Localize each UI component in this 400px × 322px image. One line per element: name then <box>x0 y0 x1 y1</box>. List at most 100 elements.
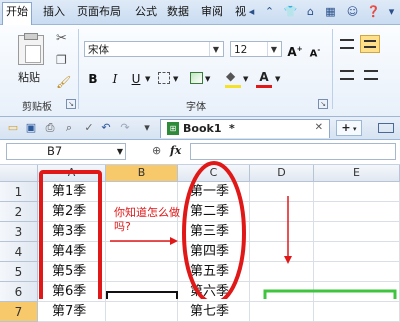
chevron-down-icon[interactable]: ▼ <box>275 75 280 83</box>
highlight-color-icon[interactable]: ◆ <box>226 69 235 83</box>
window-menu-icon[interactable] <box>378 123 394 133</box>
cell-a7[interactable]: 第7季 <box>38 302 106 322</box>
cell-d3[interactable] <box>250 222 314 242</box>
row-header-1[interactable]: 1 <box>0 182 38 202</box>
cell-c2[interactable]: 第二季 <box>178 202 250 222</box>
spellcheck-icon[interactable]: ✓ <box>82 121 96 135</box>
fill-effects-icon[interactable] <box>190 72 203 84</box>
cell-d7[interactable] <box>250 302 314 322</box>
chevron-down-icon[interactable]: ▼ <box>205 75 210 83</box>
row-header-4[interactable]: 4 <box>0 242 38 262</box>
name-box[interactable]: B7 ▼ <box>6 143 126 160</box>
chevron-down-icon[interactable]: ▼ <box>145 75 150 83</box>
chevron-down-icon[interactable]: ▼ <box>209 42 222 56</box>
cell-b1[interactable] <box>106 182 178 202</box>
cell-d5[interactable] <box>250 262 314 282</box>
formula-input[interactable] <box>190 143 396 160</box>
copy-icon[interactable]: ❐ <box>56 53 67 67</box>
paste-icon[interactable] <box>18 33 44 65</box>
save-icon[interactable]: ▣ <box>24 121 38 135</box>
cell-a3[interactable]: 第3季 <box>38 222 106 242</box>
redo-icon[interactable]: ↷ <box>118 121 132 135</box>
row-header-7[interactable]: 7 <box>0 302 38 322</box>
shirt-icon[interactable]: 👕 <box>283 4 298 19</box>
font-name-combo[interactable]: 宋体 ▼ <box>84 41 224 57</box>
cell-b5[interactable] <box>106 262 178 282</box>
cell-d2[interactable] <box>250 202 314 222</box>
chevron-down-icon[interactable]: ▼ <box>243 75 248 83</box>
row-header-5[interactable]: 5 <box>0 262 38 282</box>
collapse-ribbon-icon[interactable]: ⌃ <box>262 4 277 19</box>
align-left-icon[interactable] <box>340 70 354 80</box>
font-expander-icon[interactable]: ↘ <box>318 99 328 109</box>
column-header-c[interactable]: C <box>178 165 250 182</box>
document-tab[interactable]: ⊞ Book1 * ✕ <box>160 119 330 138</box>
column-header-a[interactable]: A <box>38 165 106 182</box>
print-preview-icon[interactable]: ⌕ <box>62 121 76 135</box>
cell-d1[interactable] <box>250 182 314 202</box>
customize-toolbar-icon[interactable]: ▾ <box>140 121 154 135</box>
cell-c5[interactable]: 第五季 <box>178 262 250 282</box>
home-icon[interactable]: ⌂ <box>303 4 318 19</box>
cell-e2[interactable] <box>314 202 400 222</box>
row-header-6[interactable]: 6 <box>0 282 38 302</box>
cell-c7[interactable]: 第七季 <box>178 302 250 322</box>
insert-function-button[interactable]: fx <box>170 144 181 157</box>
grow-font-button[interactable]: A+ <box>287 40 303 59</box>
help-icon[interactable]: ❓ <box>366 4 381 19</box>
cell-c3[interactable]: 第三季 <box>178 222 250 242</box>
font-color-button[interactable]: A <box>257 68 271 86</box>
new-tab-button[interactable]: + ▾ <box>336 120 362 136</box>
print-icon[interactable]: ⎙ <box>43 121 57 135</box>
cut-icon[interactable]: ✂ <box>56 31 67 46</box>
cell-a2[interactable]: 第2季 <box>38 202 106 222</box>
cell-c4[interactable]: 第四季 <box>178 242 250 262</box>
bold-button[interactable]: B <box>86 70 100 88</box>
align-middle-icon[interactable] <box>360 35 380 53</box>
zoom-formula-icon[interactable]: ⊕ <box>152 144 161 157</box>
chevron-down-icon[interactable]: ▼ <box>267 42 280 56</box>
border-icon[interactable] <box>158 72 170 84</box>
user-icon[interactable]: ☺ <box>345 4 360 19</box>
clipboard-expander-icon[interactable]: ↘ <box>66 99 76 109</box>
align-center-icon[interactable] <box>364 70 378 80</box>
cell-d4[interactable] <box>250 242 314 262</box>
cell-b6[interactable] <box>106 282 178 302</box>
row-header-2[interactable]: 2 <box>0 202 38 222</box>
underline-button[interactable]: U <box>129 70 143 88</box>
cell-e5[interactable] <box>314 262 400 282</box>
scroll-left-icon[interactable]: ◂ <box>244 4 259 19</box>
column-header-e[interactable]: E <box>314 165 400 182</box>
menu-tab-data[interactable]: 数据 <box>164 3 192 21</box>
cell-a6[interactable]: 第6季 <box>38 282 106 302</box>
menu-tab-page-layout[interactable]: 页面布局 <box>74 3 124 21</box>
paste-button-label[interactable]: 粘贴 <box>18 69 40 85</box>
menu-tab-insert[interactable]: 插入 <box>40 3 68 21</box>
cell-c1[interactable]: 第一季 <box>178 182 250 202</box>
undo-icon[interactable]: ↶ <box>99 121 113 135</box>
column-header-b[interactable]: B <box>106 165 178 182</box>
menu-tab-home[interactable]: 开始 <box>2 2 32 25</box>
close-icon[interactable]: ✕ <box>315 122 323 133</box>
row-header-3[interactable]: 3 <box>0 222 38 242</box>
menu-tab-formulas[interactable]: 公式 <box>132 3 160 21</box>
cell-e3[interactable] <box>314 222 400 242</box>
format-painter-icon[interactable]: 🖌 <box>56 75 71 89</box>
menu-tab-review[interactable]: 审阅 <box>198 3 226 21</box>
open-folder-icon[interactable]: ▭ <box>6 121 20 135</box>
cell-d6[interactable] <box>250 282 314 302</box>
chevron-down-icon[interactable]: ▼ <box>173 75 178 83</box>
cell-b7[interactable] <box>106 302 178 322</box>
chevron-down-icon[interactable]: ▾ <box>384 4 399 19</box>
italic-button[interactable]: I <box>108 70 122 88</box>
chart-icon[interactable]: ▦ <box>323 4 338 19</box>
align-top-icon[interactable] <box>340 39 354 49</box>
cell-e6[interactable] <box>314 282 400 302</box>
column-header-d[interactable]: D <box>250 165 314 182</box>
cell-a5[interactable]: 第5季 <box>38 262 106 282</box>
cell-a4[interactable]: 第4季 <box>38 242 106 262</box>
cell-e4[interactable] <box>314 242 400 262</box>
shrink-font-button[interactable]: A- <box>308 41 322 59</box>
cell-b4[interactable] <box>106 242 178 262</box>
cell-e7[interactable] <box>314 302 400 322</box>
